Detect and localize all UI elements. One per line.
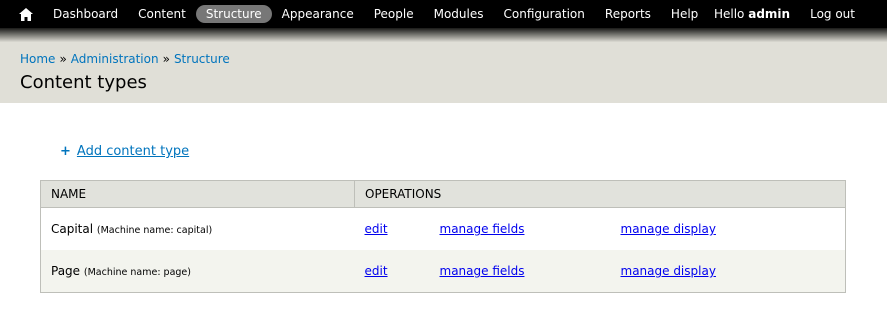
toolbar-dashboard[interactable]: Dashboard [43,5,128,23]
manage-display-link[interactable]: manage display [621,222,716,236]
action-links: + Add content type [60,144,189,159]
type-name-cell: Capital (Machine name: capital) [40,207,355,250]
toolbar-help[interactable]: Help [661,5,708,23]
toolbar-appearance[interactable]: Appearance [272,5,364,23]
table-row: Page (Machine name: page) edit manage fie… [40,250,846,293]
operations-cell: edit manage fields manage display [354,250,846,293]
toolbar-modules[interactable]: Modules [424,5,494,23]
toolbar-structure[interactable]: Structure [195,5,272,23]
admin-toolbar: Dashboard Content Structure Appearance P… [0,0,887,28]
user-name[interactable]: admin [748,7,790,21]
table-header-row: NAME OPERATIONS [40,180,846,208]
column-header-operations: OPERATIONS [354,180,846,208]
content-types-table: NAME OPERATIONS Capital (Machine name: c… [40,180,846,293]
type-name: Page [51,264,81,278]
machine-name: (Machine name: capital) [96,225,213,236]
home-icon[interactable] [17,5,35,23]
edit-link[interactable]: edit [365,222,440,236]
breadcrumb-separator: » [59,52,67,66]
page-title: Content types [20,72,147,93]
manage-fields-link[interactable]: manage fields [440,222,621,236]
edit-link[interactable]: edit [365,264,440,278]
user-greeting: Hello admin [714,7,790,21]
toolbar-configuration[interactable]: Configuration [494,5,595,23]
page-header: Home» Administration» Structure Content ty… [0,42,887,103]
breadcrumb-separator: » [162,52,170,66]
breadcrumb-home[interactable]: Home [20,52,55,66]
machine-name: (Machine name: page) [83,267,191,278]
breadcrumb: Home» Administration» Structure [20,52,887,66]
manage-display-link[interactable]: manage display [621,264,716,278]
operations-cell: edit manage fields manage display [354,207,846,250]
table-row: Capital (Machine name: capital) edit mana… [40,207,846,250]
greeting-prefix: Hello [713,7,745,21]
toolbar-content[interactable]: Content [128,5,196,23]
toolbar-people[interactable]: People [364,5,424,23]
column-header-name[interactable]: NAME [40,180,355,208]
breadcrumb-administration[interactable]: Administration [71,52,159,66]
manage-fields-link[interactable]: manage fields [440,264,621,278]
type-name-cell: Page (Machine name: page) [40,250,355,293]
plus-icon: + [60,144,71,159]
breadcrumb-structure[interactable]: Structure [174,52,230,66]
toolbar-shadow [0,28,887,42]
logout-link[interactable]: Log out [800,5,865,23]
toolbar-user-area: Hello admin Log out [714,0,887,28]
add-content-type-link[interactable]: Add content type [77,144,189,159]
type-name: Capital [51,222,94,236]
toolbar-reports[interactable]: Reports [595,5,661,23]
